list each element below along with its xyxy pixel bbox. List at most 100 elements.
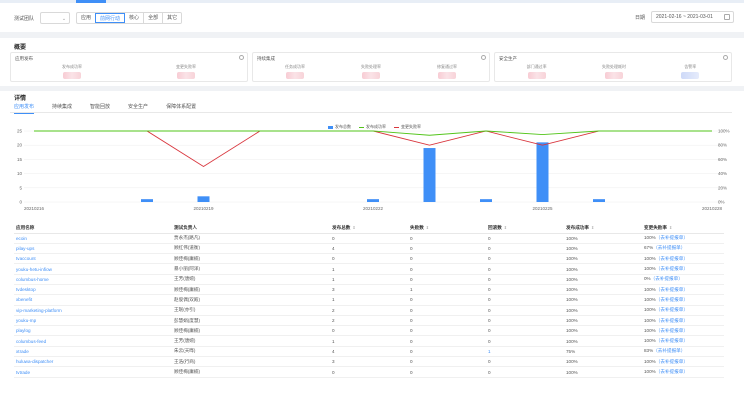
submit-report-link[interactable]: （去补提报单） [656,256,688,261]
overview-title: 概要 [14,45,27,51]
sort-icon[interactable]: ⇕ [504,225,507,230]
date-filter: 日期 2021-02-16 ~ 2021-03-01 [635,11,734,23]
app-name-link[interactable]: pilay-ups [14,243,172,255]
column-header-label: 发布成功率 [566,224,589,230]
table-cell: 100% [564,233,642,244]
fail-rate-value: 83% [644,348,654,354]
table-cell: 1 [330,263,408,275]
overview-card: 应用发布 发布成功率 变更失败率 [10,52,248,82]
app-name-link[interactable]: youku-hetu-infiow [14,263,172,275]
submit-report-link[interactable]: （去补提报单） [656,297,688,302]
table-cell: 3 [330,356,408,368]
app-name-link[interactable]: xbenefit [14,294,172,306]
metric-label: 失败处理率 [361,64,381,69]
card-metric: 任务成功率 [285,64,305,79]
table-header-row: 应用名称 测试负责人 发布总数 ⇕ 失败数 ⇕ 回滚数 ⇕ 发布成功率 ⇕ 变更失败率 ⇕ [14,223,724,234]
app-name-link[interactable]: vip-marketing-platform [14,305,172,316]
app-name-link[interactable]: playlog [14,325,172,337]
y-left-tick-label: 0 [19,200,22,205]
success-rate-line [34,130,712,136]
table-row: youku-mp 彭慧娟(度慧) 2 0 0 100% 100%（去补提报单） [14,315,724,327]
app-name-link[interactable]: xtrade [14,346,172,358]
column-header[interactable]: 发布成功率 ⇕ [564,223,642,234]
submit-report-link[interactable]: （去补提报单） [651,276,683,281]
table-cell: 1 [330,274,408,285]
scope-option-0[interactable]: 应用 [77,13,95,23]
app-name-link[interactable]: columbus-feed [14,335,172,347]
submit-report-link[interactable]: （去补提报单） [656,235,688,240]
column-header-label: 变更失败率 [644,224,667,230]
table-cell: 100%（去补提报单） [642,263,724,275]
metric-label: 失败处理耗时 [601,64,626,69]
column-header[interactable]: 发布总数 ⇕ [330,223,408,234]
metric-label: 部门通过率 [526,64,547,69]
metric-label: 任务成功率 [285,64,305,69]
table-cell: 0 [330,366,408,378]
table-row: playlog 顾佳梅(庸楠) 0 0 0 100% 100%（去补提报单） [14,325,724,337]
submit-report-link[interactable]: （去补提报单） [656,328,688,333]
x-tick-label: 20210222 [363,206,384,211]
submit-report-link[interactable]: （去补提报单） [656,359,688,364]
app-name-link[interactable]: huluwa-dispatcher [14,356,172,368]
bar [536,142,549,202]
overview-cards: 应用发布 发布成功率 变更失败率 持续集成 任务成功率 失败处理率 修复通过率 安全生产 部门通… [10,52,732,82]
submit-report-link[interactable]: （去补提报单） [656,369,688,374]
submit-report-link[interactable]: （去补提报单） [656,338,688,343]
date-label: 日期 [634,14,645,21]
table-cell: 暴小丽(阿泽) [172,263,330,275]
scope-segmented-control: 应用 前网行动 核心 全部 其它 [76,12,183,24]
app-name-link[interactable]: tvtrade [14,366,172,378]
column-header[interactable]: 变更失败率 ⇕ [642,223,724,234]
x-tick-label: 20210228 [702,206,723,211]
app-name-link[interactable]: columbus-home [14,274,172,285]
sort-icon[interactable]: ⇕ [591,225,594,230]
submit-report-link[interactable]: （去补提报单） [656,287,688,292]
table-cell: 0 [408,335,486,347]
app-name-link[interactable]: tvdesktop [14,284,172,296]
submit-report-link[interactable]: （去补提报单） [656,307,688,312]
x-tick-label: 20210219 [193,206,214,211]
fail-rate-value: 100% [644,266,656,272]
submit-report-link[interactable]: （去补提报单） [653,245,685,250]
submit-report-link[interactable]: （去补提报单） [653,348,685,353]
card-title: 持续集成 [257,56,275,61]
column-header[interactable]: 回滚数 ⇕ [486,223,564,234]
table-cell: 1 [330,294,408,306]
question-icon[interactable] [239,55,244,60]
scope-option-3[interactable]: 全部 [144,13,164,23]
card-title: 安全生产 [499,56,517,61]
column-header[interactable]: 失败数 ⇕ [408,223,486,234]
bar [367,199,379,202]
submit-report-link[interactable]: （去补提报单） [656,318,688,323]
calendar-icon [724,14,730,20]
submit-report-link[interactable]: （去补提报单） [656,266,688,271]
scope-option-4[interactable]: 其它 [163,13,182,23]
table-cell: 100% [564,335,642,347]
table-row: pilay-ups 顾红伟(道衡) 4 0 0 100% 67%（去补提报单） [14,243,724,255]
metric-value-redacted [438,72,456,79]
app-name-link[interactable]: tvaccount [14,253,172,265]
table-row: tvdesktop 顾佳梅(庸楠) 3 1 0 100% 100%（去补提报单） [14,284,724,296]
scope-option-1[interactable]: 前网行动 [95,13,126,23]
table-cell: 顾红伟(道衡) [172,243,330,255]
sort-icon[interactable]: ⇕ [352,225,355,230]
date-range-picker[interactable]: 2021-02-16 ~ 2021-03-01 [651,11,734,23]
question-icon[interactable] [481,55,486,60]
scope-option-2[interactable]: 核心 [125,13,145,23]
table-row: tvaccount 顾佳梅(庸楠) 0 0 0 100% 100%（去补提报单） [14,253,724,265]
app-name-link[interactable]: ecoin [14,233,172,244]
question-icon[interactable] [723,55,728,60]
table-cell: 100%（去补提报单） [642,284,724,296]
sort-icon[interactable]: ⇕ [426,225,429,230]
app-name-link[interactable]: youku-mp [14,315,172,327]
metric-value-redacted [604,72,623,79]
release-chart: 0 5 10 15 20 25 0% 20% 40% 60% 80% 100% 20210216 2021… [17,129,730,212]
table-cell: 100%（去补提报单） [642,253,724,265]
y-left-tick-label: 20 [17,143,23,148]
sort-icon[interactable]: ⇕ [669,225,672,230]
table-cell: 0 [486,263,564,275]
table-cell: 0 [486,305,564,316]
table-cell: 0 [408,263,486,275]
table-cell: 0 [486,274,564,285]
team-select[interactable]: ⌄ [40,12,71,24]
